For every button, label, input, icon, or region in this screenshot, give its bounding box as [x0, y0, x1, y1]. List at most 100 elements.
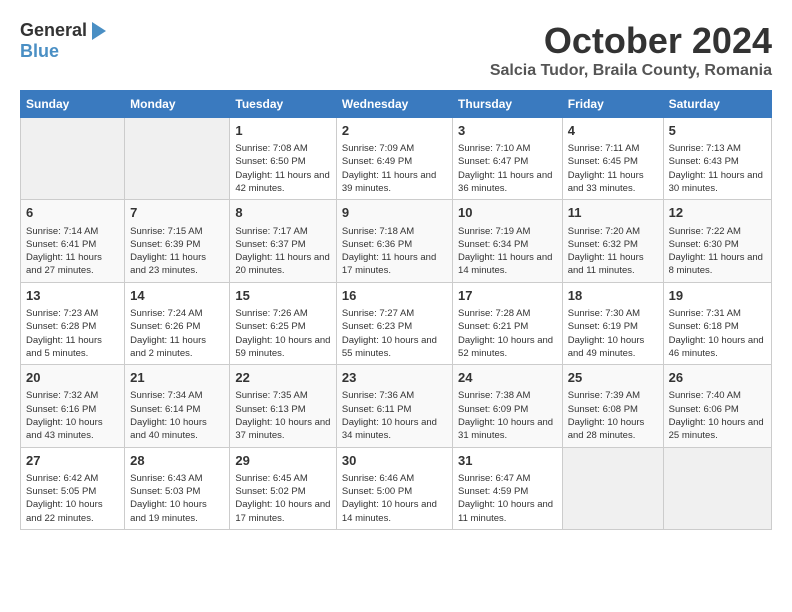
calendar-cell: 30 Sunrise: 6:46 AMSunset: 5:00 PMDayligh…: [336, 447, 452, 529]
day-info: Sunrise: 6:47 AMSunset: 4:59 PMDaylight:…: [458, 472, 557, 525]
day-number: 4: [568, 122, 658, 140]
calendar-cell: 3Sunrise: 7:10 AMSunset: 6:47 PMDaylight…: [453, 118, 563, 200]
day-info: Sunrise: 7:34 AMSunset: 6:14 PMDaylight:…: [130, 389, 224, 442]
day-number: 13: [26, 287, 119, 305]
calendar-cell: [663, 447, 771, 529]
calendar-cell: 7Sunrise: 7:15 AMSunset: 6:39 PMDaylight…: [125, 200, 230, 282]
day-number: 10: [458, 204, 557, 222]
day-number: 14: [130, 287, 224, 305]
day-number: 9: [342, 204, 447, 222]
day-info: Sunrise: 7:24 AMSunset: 6:26 PMDaylight:…: [130, 307, 224, 360]
day-number: 12: [669, 204, 766, 222]
day-info: Sunrise: 7:23 AMSunset: 6:28 PMDaylight:…: [26, 307, 119, 360]
day-info: Sunrise: 7:19 AMSunset: 6:34 PMDaylight:…: [458, 225, 557, 278]
calendar-week-4: 27 Sunrise: 6:42 AMSunset: 5:05 PMDayligh…: [21, 447, 772, 529]
calendar-cell: 19 Sunrise: 7:31 AMSunset: 6:18 PMDayligh…: [663, 282, 771, 364]
day-info: Sunrise: 7:31 AMSunset: 6:18 PMDaylight:…: [669, 307, 766, 360]
calendar-cell: 31 Sunrise: 6:47 AMSunset: 4:59 PMDayligh…: [453, 447, 563, 529]
day-number: 31: [458, 452, 557, 470]
day-number: 30: [342, 452, 447, 470]
day-number: 19: [669, 287, 766, 305]
header-thursday: Thursday: [453, 91, 563, 118]
day-number: 8: [235, 204, 330, 222]
day-number: 16: [342, 287, 447, 305]
month-title: October 2024: [490, 20, 772, 62]
day-number: 11: [568, 204, 658, 222]
day-info: Sunrise: 6:43 AMSunset: 5:03 PMDaylight:…: [130, 472, 224, 525]
calendar-cell: 12 Sunrise: 7:22 AMSunset: 6:30 PMDayligh…: [663, 200, 771, 282]
calendar-cell: 9 Sunrise: 7:18 AMSunset: 6:36 PMDaylight…: [336, 200, 452, 282]
day-info: Sunrise: 7:18 AMSunset: 6:36 PMDaylight:…: [342, 225, 447, 278]
day-number: 2: [342, 122, 447, 140]
day-number: 25: [568, 369, 658, 387]
day-number: 3: [458, 122, 557, 140]
calendar-cell: 1 Sunrise: 7:08 AMSunset: 6:50 PMDaylight…: [230, 118, 336, 200]
day-number: 20: [26, 369, 119, 387]
logo-general: General: [20, 20, 87, 41]
day-info: Sunrise: 7:20 AMSunset: 6:32 PMDaylight:…: [568, 225, 658, 278]
calendar-week-0: 1 Sunrise: 7:08 AMSunset: 6:50 PMDaylight…: [21, 118, 772, 200]
day-info: Sunrise: 7:09 AMSunset: 6:49 PMDaylight:…: [342, 142, 447, 195]
calendar-week-1: 6 Sunrise: 7:14 AMSunset: 6:41 PMDaylight…: [21, 200, 772, 282]
day-number: 1: [235, 122, 330, 140]
day-info: Sunrise: 7:26 AMSunset: 6:25 PMDaylight:…: [235, 307, 330, 360]
day-info: Sunrise: 7:17 AMSunset: 6:37 PMDaylight:…: [235, 225, 330, 278]
logo-blue: Blue: [20, 41, 59, 61]
calendar-cell: 2 Sunrise: 7:09 AMSunset: 6:49 PMDaylight…: [336, 118, 452, 200]
day-info: Sunrise: 7:14 AMSunset: 6:41 PMDaylight:…: [26, 225, 119, 278]
calendar-cell: 27 Sunrise: 6:42 AMSunset: 5:05 PMDayligh…: [21, 447, 125, 529]
header-friday: Friday: [562, 91, 663, 118]
day-number: 6: [26, 204, 119, 222]
day-info: Sunrise: 7:11 AMSunset: 6:45 PMDaylight:…: [568, 142, 658, 195]
day-info: Sunrise: 7:22 AMSunset: 6:30 PMDaylight:…: [669, 225, 766, 278]
header-wednesday: Wednesday: [336, 91, 452, 118]
day-number: 18: [568, 287, 658, 305]
calendar-cell: 17 Sunrise: 7:28 AMSunset: 6:21 PMDayligh…: [453, 282, 563, 364]
calendar-cell: 11 Sunrise: 7:20 AMSunset: 6:32 PMDayligh…: [562, 200, 663, 282]
calendar-cell: 13 Sunrise: 7:23 AMSunset: 6:28 PMDayligh…: [21, 282, 125, 364]
day-number: 22: [235, 369, 330, 387]
calendar-cell: 10 Sunrise: 7:19 AMSunset: 6:34 PMDayligh…: [453, 200, 563, 282]
day-info: Sunrise: 7:35 AMSunset: 6:13 PMDaylight:…: [235, 389, 330, 442]
day-number: 26: [669, 369, 766, 387]
calendar-cell: 15Sunrise: 7:26 AMSunset: 6:25 PMDayligh…: [230, 282, 336, 364]
day-info: Sunrise: 7:36 AMSunset: 6:11 PMDaylight:…: [342, 389, 447, 442]
calendar-cell: 29Sunrise: 6:45 AMSunset: 5:02 PMDayligh…: [230, 447, 336, 529]
calendar-cell: 5Sunrise: 7:13 AMSunset: 6:43 PMDaylight…: [663, 118, 771, 200]
calendar-cell: 25Sunrise: 7:39 AMSunset: 6:08 PMDayligh…: [562, 365, 663, 447]
day-number: 23: [342, 369, 447, 387]
day-info: Sunrise: 7:08 AMSunset: 6:50 PMDaylight:…: [235, 142, 330, 195]
calendar-cell: 21Sunrise: 7:34 AMSunset: 6:14 PMDayligh…: [125, 365, 230, 447]
calendar-cell: 23 Sunrise: 7:36 AMSunset: 6:11 PMDayligh…: [336, 365, 452, 447]
day-info: Sunrise: 7:15 AMSunset: 6:39 PMDaylight:…: [130, 225, 224, 278]
header-saturday: Saturday: [663, 91, 771, 118]
day-number: 17: [458, 287, 557, 305]
day-info: Sunrise: 6:46 AMSunset: 5:00 PMDaylight:…: [342, 472, 447, 525]
calendar-cell: 28Sunrise: 6:43 AMSunset: 5:03 PMDayligh…: [125, 447, 230, 529]
title-section: October 2024 Salcia Tudor, Braila County…: [490, 20, 772, 80]
day-info: Sunrise: 7:32 AMSunset: 6:16 PMDaylight:…: [26, 389, 119, 442]
calendar-cell: 6 Sunrise: 7:14 AMSunset: 6:41 PMDaylight…: [21, 200, 125, 282]
day-info: Sunrise: 7:13 AMSunset: 6:43 PMDaylight:…: [669, 142, 766, 195]
location-title: Salcia Tudor, Braila County, Romania: [490, 62, 772, 80]
calendar-cell: 14 Sunrise: 7:24 AMSunset: 6:26 PMDayligh…: [125, 282, 230, 364]
header-sunday: Sunday: [21, 91, 125, 118]
day-info: Sunrise: 7:28 AMSunset: 6:21 PMDaylight:…: [458, 307, 557, 360]
day-info: Sunrise: 6:42 AMSunset: 5:05 PMDaylight:…: [26, 472, 119, 525]
calendar-header-row: SundayMondayTuesdayWednesdayThursdayFrid…: [21, 91, 772, 118]
day-info: Sunrise: 6:45 AMSunset: 5:02 PMDaylight:…: [235, 472, 330, 525]
calendar-cell: 22 Sunrise: 7:35 AMSunset: 6:13 PMDayligh…: [230, 365, 336, 447]
day-number: 24: [458, 369, 557, 387]
day-info: Sunrise: 7:38 AMSunset: 6:09 PMDaylight:…: [458, 389, 557, 442]
calendar-cell: 20 Sunrise: 7:32 AMSunset: 6:16 PMDayligh…: [21, 365, 125, 447]
calendar-week-3: 20 Sunrise: 7:32 AMSunset: 6:16 PMDayligh…: [21, 365, 772, 447]
day-number: 27: [26, 452, 119, 470]
calendar-cell: [125, 118, 230, 200]
header-tuesday: Tuesday: [230, 91, 336, 118]
calendar-cell: 18Sunrise: 7:30 AMSunset: 6:19 PMDayligh…: [562, 282, 663, 364]
calendar-week-2: 13 Sunrise: 7:23 AMSunset: 6:28 PMDayligh…: [21, 282, 772, 364]
day-info: Sunrise: 7:40 AMSunset: 6:06 PMDaylight:…: [669, 389, 766, 442]
calendar-cell: 4 Sunrise: 7:11 AMSunset: 6:45 PMDaylight…: [562, 118, 663, 200]
logo: General Blue: [20, 20, 107, 62]
calendar-cell: [562, 447, 663, 529]
